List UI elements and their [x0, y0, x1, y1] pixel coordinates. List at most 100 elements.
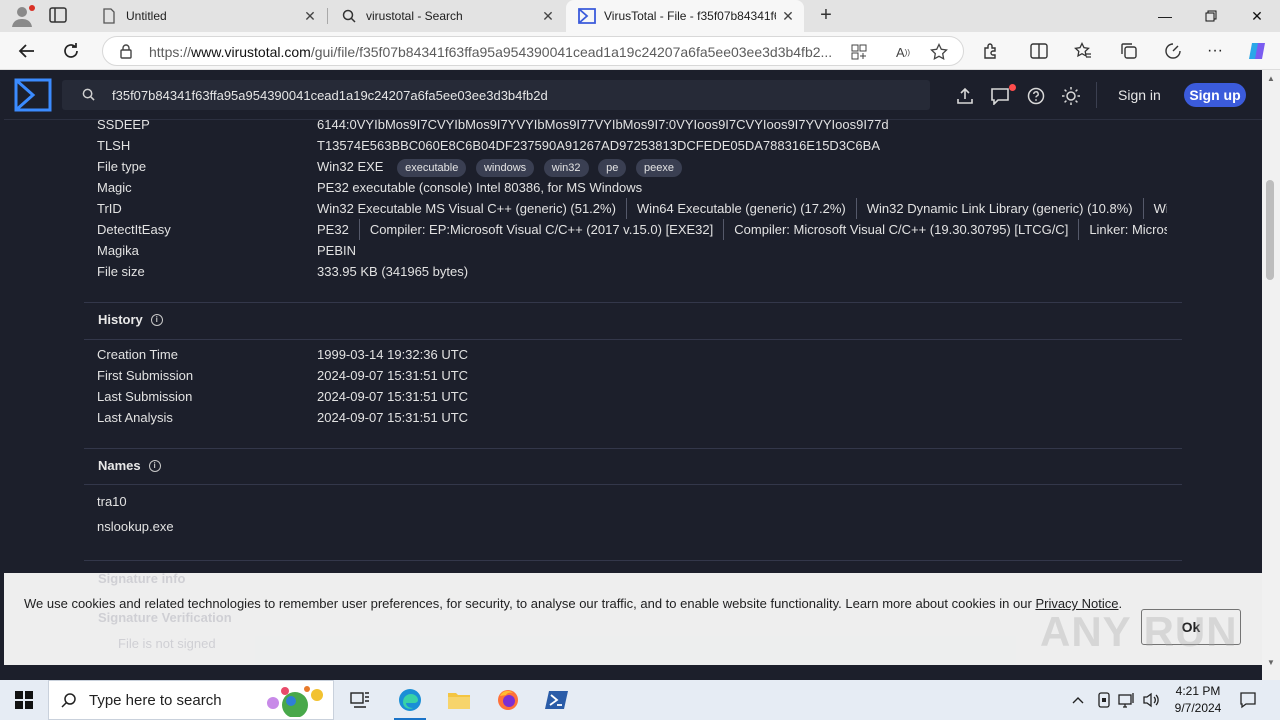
tab-title: VirusTotal - File - f35f07b84341f63 — [604, 9, 776, 23]
powershell-icon[interactable] — [533, 680, 581, 720]
scroll-down-icon[interactable]: ▼ — [1266, 658, 1276, 668]
scroll-up-icon[interactable]: ▲ — [1266, 74, 1276, 84]
clock-date: 9/7/2024 — [1174, 701, 1222, 715]
profile-avatar-icon[interactable] — [8, 4, 36, 28]
tab-virustotal-file[interactable]: VirusTotal - File - f35f07b84341f63 ✕ — [566, 0, 804, 32]
new-tab-button[interactable]: + — [814, 4, 838, 28]
close-icon[interactable]: ✕ — [298, 4, 322, 28]
file-type-value: Win32 EXE — [317, 159, 384, 174]
search-icon — [340, 7, 358, 25]
notifications-icon[interactable] — [1238, 690, 1258, 710]
tag-win32[interactable]: win32 — [543, 159, 589, 177]
system-clock[interactable]: 4:21 PM 9/7/2024 — [1160, 683, 1236, 717]
network-icon[interactable] — [1117, 690, 1137, 710]
file-explorer-icon[interactable] — [435, 680, 483, 720]
lock-icon[interactable] — [119, 43, 133, 64]
task-view-icon[interactable] — [336, 680, 384, 720]
app-available-icon[interactable] — [849, 42, 869, 62]
row-value: 6144:0VYIbMos9I7CVYIbMos9I7YVYIbMos9I77V… — [317, 117, 889, 132]
collections-icon[interactable] — [1116, 38, 1142, 64]
row-key: First Submission — [97, 368, 194, 383]
url-text: https://www.virustotal.com/gui/file/f35f… — [149, 44, 833, 60]
url-field[interactable]: https://www.virustotal.com/gui/file/f35f… — [102, 36, 964, 66]
edge-app-icon[interactable] — [386, 680, 434, 720]
back-icon[interactable] — [14, 38, 40, 64]
virustotal-logo-icon[interactable] — [14, 78, 52, 112]
extensions-icon[interactable] — [978, 38, 1004, 64]
scroll-thumb[interactable] — [1266, 180, 1274, 280]
close-icon[interactable]: ✕ — [776, 4, 800, 28]
die-item: Compiler: Microsoft Visual C/C++ (19.30.… — [723, 219, 1078, 240]
refresh-icon[interactable] — [58, 38, 84, 64]
tab-untitled[interactable]: Untitled ✕ — [88, 0, 326, 32]
notification-dot — [1009, 84, 1016, 91]
search-icon — [82, 88, 95, 106]
info-icon[interactable]: i — [148, 459, 161, 472]
name-text: nslookup.exe — [97, 519, 174, 534]
copilot-icon[interactable] — [1244, 38, 1270, 64]
die-item: Compiler: EP:Microsoft Visual C/C++ (201… — [358, 219, 723, 240]
trid-item: Wi... — [1142, 198, 1167, 219]
row-value: 2024-09-07 15:31:51 UTC — [317, 410, 469, 425]
performance-icon[interactable] — [1160, 38, 1186, 64]
row-key: File type — [97, 159, 147, 174]
vt-header: Sign in Sign up — [4, 70, 1262, 120]
section-divider — [84, 339, 1182, 340]
restore-icon[interactable] — [1188, 0, 1234, 32]
split-screen-icon[interactable] — [1026, 38, 1052, 64]
tab-virustotal-search[interactable]: virustotal - Search ✕ — [328, 0, 564, 32]
read-aloud-icon[interactable]: A)) — [893, 42, 913, 62]
row-key: Last Submission — [97, 389, 193, 404]
upload-icon[interactable] — [954, 85, 976, 107]
vt-search-bar — [62, 80, 930, 110]
show-hidden-icons-icon[interactable] — [1068, 690, 1088, 710]
tab-bar: Untitled ✕ virustotal - Search ✕ VirusTo… — [0, 0, 1280, 32]
windows-start-icon[interactable] — [0, 680, 48, 720]
row-value: 333.95 KB (341965 bytes) — [317, 264, 469, 279]
page-scrollbar[interactable]: ▲ ▼ — [1262, 70, 1280, 680]
vt-search-input[interactable] — [112, 80, 912, 110]
row-value: Win32 Executable MS Visual C++ (generic)… — [317, 198, 1167, 219]
favorites-icon[interactable] — [1070, 38, 1096, 64]
trid-item: Win64 Executable (generic) (17.2%) — [625, 198, 856, 219]
row-value: 2024-09-07 15:31:51 UTC — [317, 389, 469, 404]
minimize-icon[interactable]: — — [1142, 0, 1188, 32]
sign-up-button[interactable]: Sign up — [1184, 83, 1246, 107]
address-bar: https://www.virustotal.com/gui/file/f35f… — [0, 32, 1280, 70]
volume-icon[interactable] — [1141, 690, 1161, 710]
taskbar-search-placeholder: Type here to search — [89, 692, 222, 709]
row-key: Last Analysis — [97, 410, 173, 425]
help-icon[interactable] — [1025, 85, 1047, 107]
chat-icon[interactable] — [989, 85, 1011, 107]
firefox-icon[interactable] — [484, 680, 532, 720]
signature-status: File is not signed — [118, 636, 216, 651]
taskbar-search-box[interactable]: Type here to search — [48, 680, 334, 720]
close-icon[interactable]: ✕ — [536, 4, 560, 28]
anyrun-watermark: ANY RUN — [1040, 608, 1238, 655]
tab-actions-icon[interactable] — [48, 6, 72, 26]
trid-item: Win32 Dynamic Link Library (generic) (10… — [855, 198, 1143, 219]
close-window-icon[interactable]: ✕ — [1234, 0, 1280, 32]
tag-executable[interactable]: executable — [397, 159, 467, 177]
tag-pe[interactable]: pe — [598, 159, 627, 177]
row-key: File size — [97, 264, 145, 279]
name-text: tra10 — [97, 494, 127, 509]
more-menu-icon[interactable]: ··· — [1202, 38, 1228, 64]
sign-in-link[interactable]: Sign in — [1118, 87, 1161, 103]
row-key: Magika — [97, 243, 139, 258]
cookie-message: We use cookies and related technologies … — [24, 596, 1036, 611]
favorite-star-icon[interactable] — [929, 42, 949, 62]
tag-peexe[interactable]: peexe — [636, 159, 682, 177]
row-value: 2024-09-07 15:31:51 UTC — [317, 368, 469, 383]
tag-windows[interactable]: windows — [475, 159, 535, 177]
row-key: TrID — [97, 201, 122, 216]
theme-toggle-icon[interactable] — [1060, 85, 1082, 107]
info-icon[interactable]: i — [150, 313, 163, 326]
document-icon — [100, 7, 118, 25]
die-item: PE32 — [317, 222, 349, 237]
device-icon[interactable] — [1094, 690, 1114, 710]
section-divider — [84, 484, 1182, 485]
row-value: Win32 EXE executable windows win32 pe pe… — [317, 156, 682, 177]
names-heading: Names i — [98, 458, 161, 473]
section-title-text: History — [98, 312, 143, 327]
